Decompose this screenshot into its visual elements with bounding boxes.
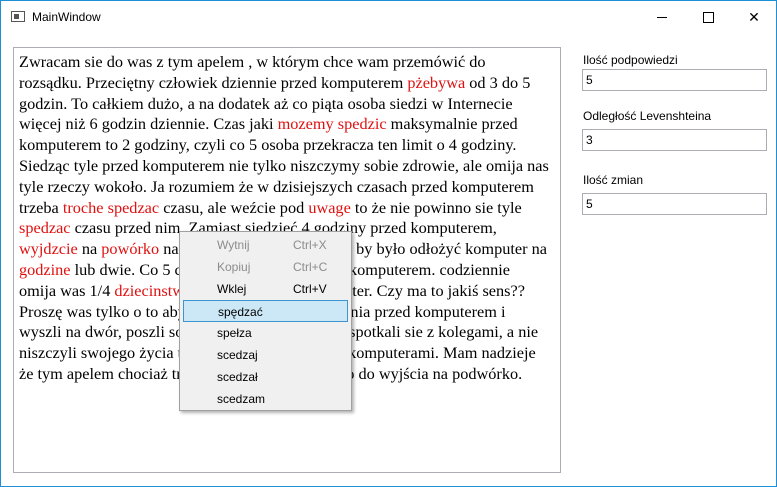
levenshtein-distance-label: Odległość Levenshteina bbox=[583, 109, 712, 123]
close-icon: ✕ bbox=[748, 8, 760, 25]
levenshtein-distance-input[interactable]: 3 bbox=[582, 129, 767, 151]
text-run: to że nie powinno sie tyle bbox=[350, 197, 522, 217]
misspelled-word[interactable]: mozemy bbox=[278, 114, 334, 133]
menu-item-cut[interactable]: Wytnij Ctrl+X bbox=[183, 234, 348, 256]
suggestion-label: scedzam bbox=[217, 392, 266, 406]
menu-item-paste-shortcut: Ctrl+V bbox=[293, 282, 327, 296]
menu-item-cut-shortcut: Ctrl+X bbox=[293, 238, 327, 252]
suggestion-label: scedzaj bbox=[217, 348, 258, 362]
menu-item-paste[interactable]: Wklej Ctrl+V bbox=[183, 278, 348, 300]
menu-item-copy[interactable]: Kopiuj Ctrl+C bbox=[183, 256, 348, 278]
window-title: MainWindow bbox=[32, 10, 101, 24]
menu-suggestion[interactable]: spędzać bbox=[183, 300, 348, 322]
suggestion-label: spełza bbox=[217, 326, 252, 340]
close-button[interactable]: ✕ bbox=[731, 1, 777, 33]
menu-item-paste-label: Wklej bbox=[217, 282, 247, 296]
menu-item-cut-label: Wytnij bbox=[217, 238, 250, 252]
changes-count-label: Ilość zmian bbox=[583, 173, 644, 187]
menu-item-copy-label: Kopiuj bbox=[217, 260, 251, 274]
text-run: by było odłożyć komputer na bbox=[352, 239, 547, 259]
minimize-button[interactable] bbox=[639, 1, 685, 33]
app-window-icon bbox=[11, 11, 25, 22]
misspelled-word[interactable]: uwage bbox=[308, 198, 351, 217]
misspelled-word[interactable]: spedzic bbox=[338, 114, 387, 133]
changes-count-input[interactable]: 5 bbox=[582, 193, 767, 215]
text-run: na bbox=[77, 239, 102, 259]
maximize-icon bbox=[702, 11, 714, 23]
minimize-icon bbox=[657, 16, 667, 18]
misspelled-word[interactable]: powórko bbox=[101, 239, 159, 258]
menu-suggestion[interactable]: scedzał bbox=[183, 366, 348, 388]
menu-suggestion[interactable]: spełza bbox=[183, 322, 348, 344]
misspelled-word[interactable]: wyjdzcie bbox=[19, 239, 78, 258]
suggestions-count-input[interactable]: 5 bbox=[582, 69, 767, 91]
suggestion-label: spędzać bbox=[218, 305, 263, 319]
suggestion-label: scedzał bbox=[217, 370, 258, 384]
misspelled-word[interactable]: godzine bbox=[19, 260, 71, 279]
misspelled-word[interactable]: pżebywa bbox=[407, 73, 465, 92]
text-run: czasu, ale weźcie pod bbox=[159, 197, 309, 217]
misspelled-word[interactable]: spedzac bbox=[19, 218, 71, 237]
title-bar[interactable]: MainWindow ✕ bbox=[1, 1, 776, 33]
menu-item-copy-shortcut: Ctrl+C bbox=[293, 260, 328, 274]
context-menu: Wytnij Ctrl+X Kopiuj Ctrl+C Wklej Ctrl+V… bbox=[179, 231, 352, 411]
menu-suggestion[interactable]: scedzaj bbox=[183, 344, 348, 366]
main-window: MainWindow ✕ Zwracam sie do was z tym ap… bbox=[0, 0, 777, 487]
maximize-button[interactable] bbox=[685, 1, 731, 33]
misspelled-word[interactable]: troche bbox=[63, 198, 104, 217]
menu-suggestion[interactable]: scedzam bbox=[183, 388, 348, 410]
suggestions-count-label: Ilość podpowiedzi bbox=[583, 53, 678, 67]
misspelled-word[interactable]: spedzac bbox=[108, 198, 160, 217]
